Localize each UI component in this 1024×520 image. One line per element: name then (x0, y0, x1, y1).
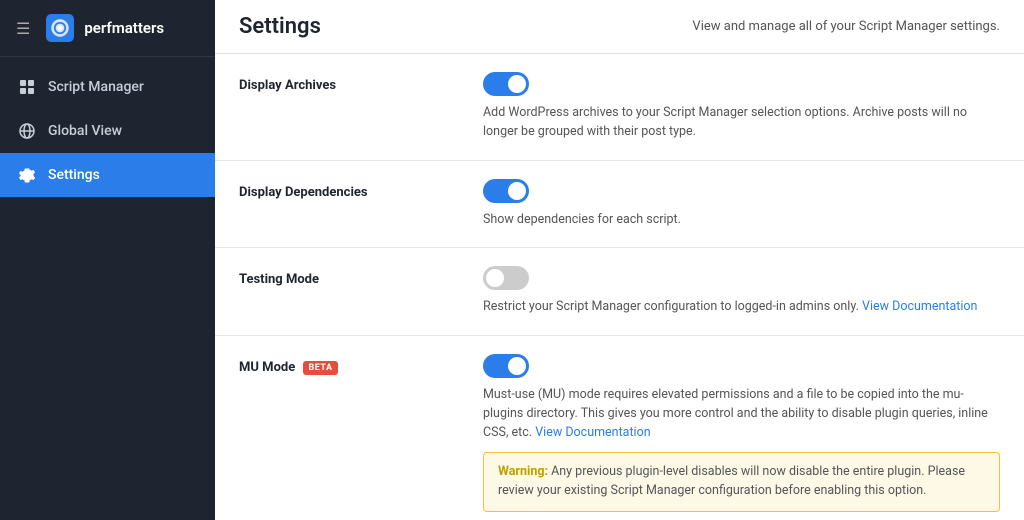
sidebar: ☰ perfmatters Script Manager Global View… (0, 0, 215, 520)
globe-icon (18, 122, 36, 140)
toggle-slider-mu-mode (483, 354, 529, 378)
settings-content: Display Archives Add WordPress archives … (215, 54, 1024, 520)
perfmatters-logo-icon (46, 14, 74, 42)
toggle-display-archives[interactable] (483, 72, 529, 96)
setting-control-col-mu-mode: Must-use (MU) mode requires elevated per… (483, 354, 1000, 520)
setting-desc-mu-mode: Must-use (MU) mode requires elevated per… (483, 386, 1000, 442)
setting-display-archives: Display Archives Add WordPress archives … (215, 54, 1024, 161)
toggle-wrapper-display-dependencies (483, 179, 1000, 203)
gear-icon (18, 166, 36, 184)
mu-mode-warning-box: Warning: Any previous plugin-level disab… (483, 452, 1000, 512)
setting-desc-display-dependencies: Show dependencies for each script. (483, 211, 1000, 230)
setting-label-col-mu-mode: MU Mode BETA (239, 354, 459, 520)
setting-testing-mode: Testing Mode Restrict your Script Manage… (215, 248, 1024, 336)
toggle-testing-mode[interactable] (483, 266, 529, 290)
toggle-display-dependencies[interactable] (483, 179, 529, 203)
toggle-wrapper-testing-mode (483, 266, 1000, 290)
setting-label-col-display-dependencies: Display Dependencies (239, 179, 459, 230)
sidebar-brand: perfmatters (84, 19, 164, 37)
sidebar-item-label-script-manager: Script Manager (48, 79, 144, 95)
main-content: Settings View and manage all of your Scr… (215, 0, 1024, 520)
setting-desc-testing-mode: Restrict your Script Manager configurati… (483, 298, 1000, 317)
setting-label-col-display-archives: Display Archives (239, 72, 459, 142)
setting-label-display-archives: Display Archives (239, 78, 336, 93)
setting-control-col-display-dependencies: Show dependencies for each script. (483, 179, 1000, 230)
sidebar-item-global-view[interactable]: Global View (0, 109, 215, 153)
sidebar-item-label-global-view: Global View (48, 123, 122, 139)
setting-label-col-testing-mode: Testing Mode (239, 266, 459, 317)
setting-control-col-testing-mode: Restrict your Script Manager configurati… (483, 266, 1000, 317)
main-header: Settings View and manage all of your Scr… (215, 0, 1024, 54)
setting-mu-mode: MU Mode BETA Must-use (MU) mode requires… (215, 336, 1024, 520)
warning-text: Any previous plugin-level disables will … (498, 464, 965, 498)
sidebar-item-script-manager[interactable]: Script Manager (0, 65, 215, 109)
setting-display-dependencies: Display Dependencies Show dependencies f… (215, 161, 1024, 249)
toggle-slider-display-dependencies (483, 179, 529, 203)
hamburger-icon[interactable]: ☰ (16, 19, 30, 38)
sidebar-header: ☰ perfmatters (0, 0, 215, 57)
toggle-wrapper-display-archives (483, 72, 1000, 96)
toggle-slider-testing-mode (483, 266, 529, 290)
setting-label-testing-mode: Testing Mode (239, 272, 319, 287)
toggle-wrapper-mu-mode (483, 354, 1000, 378)
beta-badge: BETA (303, 361, 337, 375)
mu-mode-doc-link[interactable]: View Documentation (535, 425, 650, 440)
toggle-mu-mode[interactable] (483, 354, 529, 378)
toggle-slider-display-archives (483, 72, 529, 96)
setting-control-col-display-archives: Add WordPress archives to your Script Ma… (483, 72, 1000, 142)
sidebar-item-settings[interactable]: Settings (0, 153, 215, 197)
setting-label-mu-mode: MU Mode BETA (239, 360, 338, 375)
sidebar-nav: Script Manager Global View Settings (0, 65, 215, 197)
page-title: Settings (239, 14, 321, 39)
warning-label: Warning: (498, 464, 548, 479)
header-subtitle: View and manage all of your Script Manag… (692, 19, 1000, 34)
setting-label-display-dependencies: Display Dependencies (239, 185, 368, 200)
setting-desc-display-archives: Add WordPress archives to your Script Ma… (483, 104, 1000, 142)
grid-icon (18, 78, 36, 96)
sidebar-item-label-settings: Settings (48, 167, 100, 183)
testing-mode-doc-link[interactable]: View Documentation (862, 299, 977, 314)
